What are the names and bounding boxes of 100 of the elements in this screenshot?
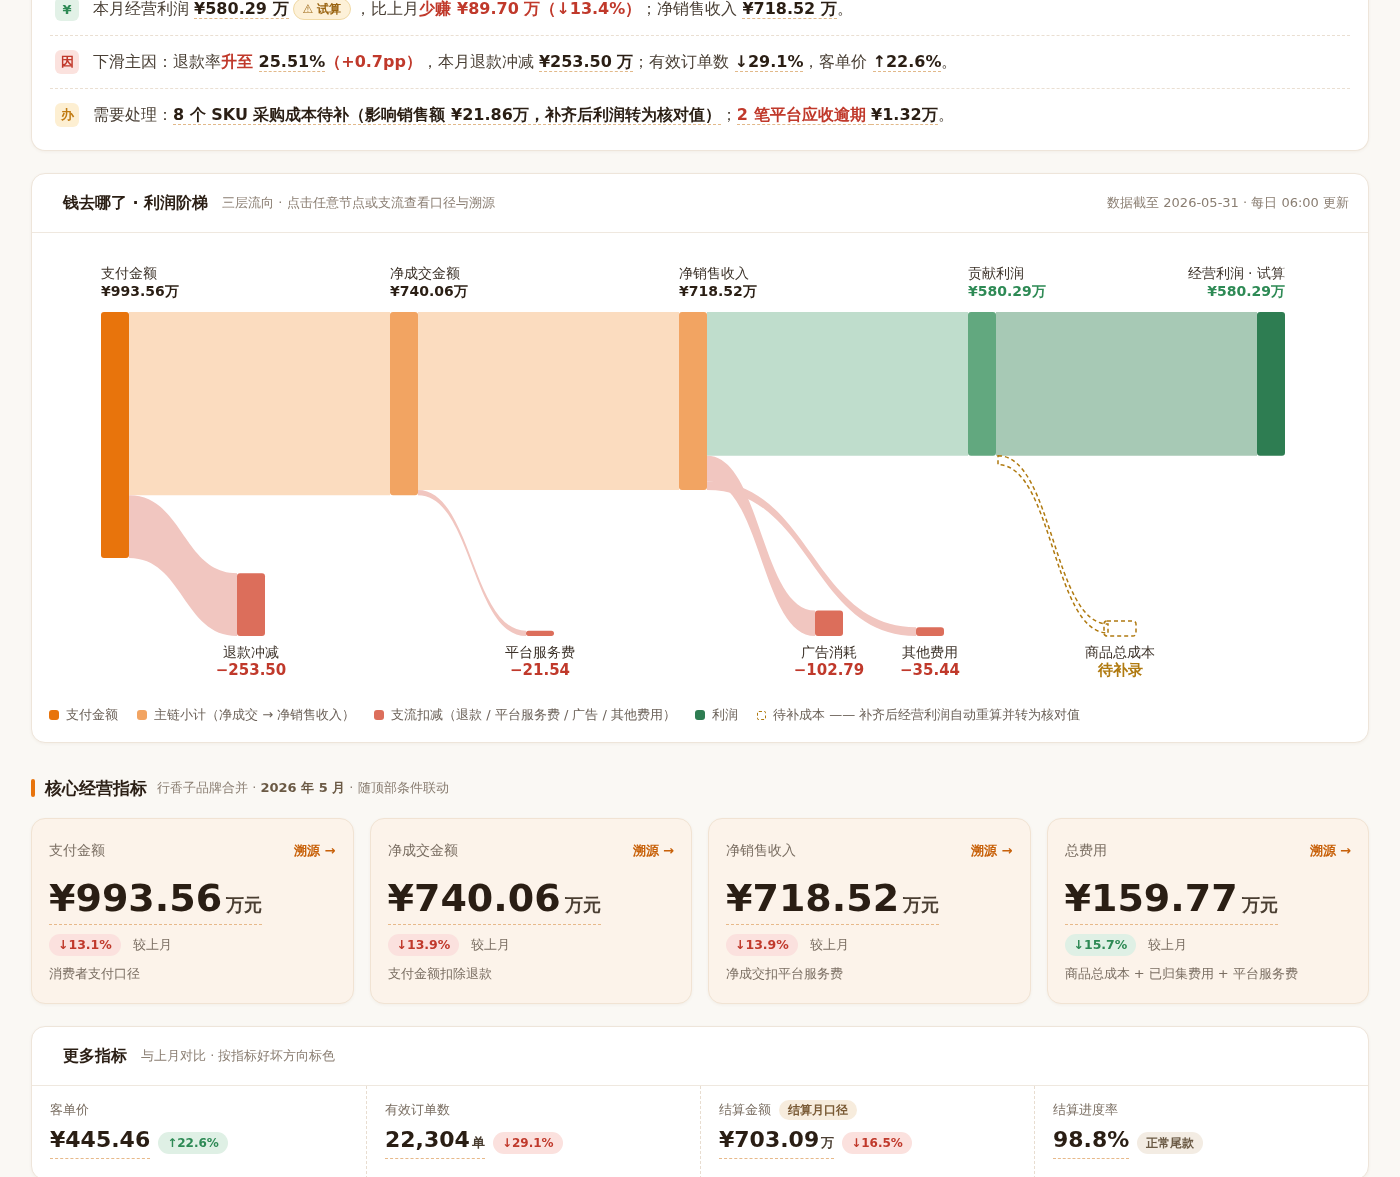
card-subtitle: 与上月对比 · 按指标好坏方向标色	[141, 1047, 336, 1065]
value-link[interactable]: ¥580.29 万	[194, 0, 289, 19]
scope-tag: 结算月口径	[779, 1100, 857, 1120]
flow-band[interactable]	[707, 455, 815, 636]
summary-sentence: 需要处理：8 个 SKU 采购成本待补（影响销售额 ¥21.86万，补齐后利润转为核对值）；2 笔平台应收逾期 ¥1.32万。	[93, 104, 954, 127]
unit-label: 万元	[226, 893, 263, 917]
delta-badge: ↓29.1%	[492, 1131, 563, 1154]
kpi-note: 消费者支付口径	[49, 965, 141, 983]
branch-bar[interactable]	[815, 610, 843, 636]
branch-bar[interactable]	[237, 573, 265, 636]
compare-label: 较上月	[471, 936, 511, 954]
branch-value: −253.50	[215, 661, 287, 679]
kpi-note: 支付金额扣除退款	[387, 965, 493, 983]
branch-value: 待补录	[1097, 661, 1143, 679]
kpi-value: ¥740.06	[387, 875, 561, 921]
value-link[interactable]: 8 个 SKU 采购成本待补（影响销售额 ¥21.86万，补齐后利润转为核对值）	[173, 105, 721, 125]
branch-label: 商品总成本	[1085, 644, 1155, 660]
metric-label: 结算进度率	[1053, 1101, 1118, 1119]
delta-badge: ↓13.9%	[726, 934, 798, 956]
compare-label: 较上月	[809, 936, 849, 954]
value-link[interactable]: ¥253.50 万	[538, 52, 634, 72]
accent-bar-icon	[31, 779, 35, 797]
node-value: ¥740.06万	[390, 283, 468, 299]
category-tile: ¥	[55, 0, 79, 21]
value-link[interactable]: ↓29.1%	[734, 52, 804, 72]
kpi-label: 净成交金额	[387, 842, 458, 860]
branch-label: 广告消耗	[801, 644, 857, 660]
legend-label: 支流扣减（退款 / 平台服务费 / 广告 / 其他费用）	[391, 706, 677, 724]
node-label: 净成交金额	[390, 265, 460, 281]
flow-band[interactable]	[418, 489, 526, 636]
compare-label: 较上月	[1148, 936, 1188, 954]
metric-value: ¥703.09	[719, 1126, 820, 1154]
metric-label: 有效订单数	[385, 1101, 450, 1119]
metric-label: 客单价	[50, 1101, 89, 1119]
delta-badge: ↓16.5%	[842, 1131, 912, 1154]
flow-band[interactable]	[707, 481, 916, 636]
metric-value: ¥445.46	[50, 1126, 151, 1154]
legend-label: 支付金额	[66, 706, 118, 724]
trace-link[interactable]: 溯源 →	[971, 842, 1013, 860]
value-link[interactable]: ¥1.32万	[871, 105, 938, 125]
node-label: 经营利润 · 试算	[1187, 265, 1285, 281]
value-link[interactable]: ↑22.6%	[872, 52, 942, 72]
node-value: ¥718.52万	[679, 283, 757, 299]
value-link[interactable]: 2 笔平台应收逾期	[736, 105, 872, 125]
branch-label: 平台服务费	[505, 644, 575, 660]
dashed-node[interactable]	[1103, 620, 1137, 637]
trial-badge: ⚠ 试算	[292, 0, 352, 20]
value-link[interactable]: ¥718.52 万	[742, 0, 837, 19]
compare-label: 较上月	[132, 936, 172, 954]
kpi-label: 净销售收入	[726, 842, 796, 860]
branch-bar[interactable]	[916, 627, 944, 636]
unit-label: 万元	[903, 893, 940, 917]
node-value: ¥993.56万	[101, 283, 179, 299]
kpi-value: ¥718.52	[726, 875, 900, 921]
unit-label: 万元	[564, 893, 601, 917]
branch-bar[interactable]	[526, 630, 554, 636]
value-link[interactable]: 25.51%	[258, 52, 326, 72]
trace-link[interactable]: 溯源 →	[1309, 842, 1351, 860]
delta-badge: ↓13.9%	[387, 934, 460, 956]
delta-badge: 正常尾款	[1137, 1131, 1204, 1154]
node-value: ¥580.29万	[968, 283, 1046, 299]
trace-link[interactable]: 溯源 →	[632, 842, 674, 860]
kpi-note: 净成交扣平台服务费	[726, 965, 844, 983]
kpi-value: ¥993.56	[49, 875, 223, 921]
kpi-label: 总费用	[1064, 842, 1107, 860]
node-bar[interactable]	[390, 312, 418, 496]
branch-value: −21.54	[510, 661, 570, 679]
branch-label: 退款冲减	[223, 644, 279, 660]
kpi-label: 支付金额	[49, 842, 105, 860]
category-tile: 因	[55, 50, 79, 74]
node-value: ¥580.29万	[1207, 283, 1285, 299]
delta-badge: ↓15.7%	[1064, 934, 1137, 956]
branch-label: 其他费用	[902, 644, 958, 660]
branch-value: −35.44	[900, 661, 960, 679]
unit-label: 万元	[1241, 893, 1278, 917]
node-bar[interactable]	[101, 312, 129, 558]
trace-link[interactable]: 溯源 →	[294, 842, 336, 860]
legend-label: 主链小计（净成交 → 净销售收入）	[154, 706, 356, 724]
legend-label: 待补成本 —— 补齐后经营利润自动重算并转为核对值	[773, 706, 1081, 724]
metric-label: 结算金额	[719, 1101, 771, 1119]
summary-sentence: 本月经营利润 ¥580.29 万 ⚠ 试算 ，比上月少赚 ¥89.70 万（↓13.4%）；净销售收入 ¥718.52 万。	[93, 0, 853, 21]
kpi-value: ¥159.77	[1064, 875, 1238, 921]
update-note: 数据截至 2026-05-31 · 每日 06:00 更新	[1107, 194, 1349, 212]
section-title: 核心经营指标	[45, 776, 147, 800]
node-bar[interactable]	[968, 312, 996, 456]
section-subtitle: 行香子品牌合并 · 2026 年 5 月 · 随顶部条件联动	[157, 779, 449, 797]
node-bar[interactable]	[679, 312, 707, 490]
metric-value: 22,304	[385, 1126, 470, 1154]
branch-value: −102.79	[793, 661, 865, 679]
metric-value: 98.8%	[1053, 1126, 1130, 1154]
delta-badge: ↑22.6%	[158, 1131, 228, 1154]
category-tile: 办	[55, 103, 79, 127]
delta-badge: ↓13.1%	[49, 934, 121, 956]
flow-band[interactable]	[129, 495, 237, 636]
node-label: 净销售收入	[679, 265, 749, 281]
card-title: 钱去哪了 · 利润阶梯	[63, 192, 209, 214]
dashed-connector[interactable]	[997, 454, 1109, 634]
node-bar[interactable]	[1257, 312, 1285, 456]
card-title: 更多指标	[63, 1045, 127, 1067]
kpi-note: 商品总成本 + 已归集费用 + 平台服务费	[1064, 965, 1299, 983]
